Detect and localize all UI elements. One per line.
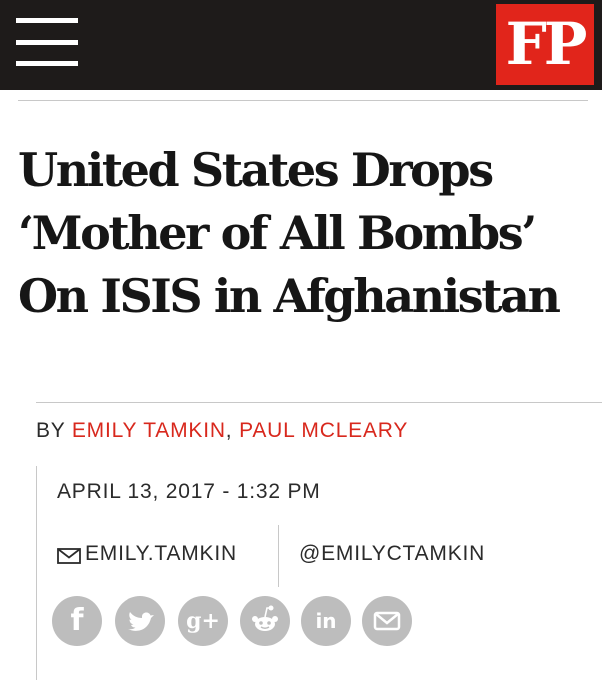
byline-divider bbox=[36, 402, 602, 403]
linkedin-icon: in bbox=[315, 609, 337, 633]
byline: BY EMILY TAMKIN, PAUL MCLEARY bbox=[36, 419, 408, 443]
hamburger-menu-icon[interactable] bbox=[16, 14, 78, 70]
envelope-icon bbox=[57, 548, 81, 564]
google-plus-icon: g+ bbox=[186, 608, 220, 634]
article-headline: United States Drops ‘Mother of All Bombs… bbox=[18, 143, 561, 323]
byline-prefix: BY bbox=[36, 419, 66, 442]
reddit-share-button[interactable] bbox=[240, 596, 290, 646]
author-email-label: EMILY.TAMKIN bbox=[85, 542, 237, 565]
contact-divider bbox=[278, 525, 279, 587]
author-twitter-link[interactable]: @EMILYCTAMKIN bbox=[299, 542, 485, 566]
email-icon bbox=[373, 611, 401, 631]
google-plus-share-button[interactable]: g+ bbox=[178, 596, 228, 646]
meta-left-border bbox=[36, 466, 37, 680]
reddit-icon bbox=[252, 605, 278, 631]
author-separator: , bbox=[225, 419, 233, 442]
publish-date: APRIL 13, 2017 - 1:32 PM bbox=[57, 480, 321, 503]
twitter-icon bbox=[128, 612, 154, 631]
linkedin-share-button[interactable]: in bbox=[301, 596, 351, 646]
email-share-button[interactable] bbox=[362, 596, 412, 646]
facebook-icon: f bbox=[70, 603, 84, 638]
twitter-share-button[interactable] bbox=[115, 596, 165, 646]
author-link-paul-mcleary[interactable]: PAUL MCLEARY bbox=[239, 419, 408, 442]
fp-logo[interactable]: FP bbox=[496, 4, 594, 85]
header-divider bbox=[18, 100, 588, 101]
facebook-share-button[interactable]: f bbox=[52, 596, 102, 646]
top-navigation-bar: FP bbox=[0, 0, 602, 90]
author-link-emily-tamkin[interactable]: EMILY TAMKIN bbox=[72, 419, 226, 442]
